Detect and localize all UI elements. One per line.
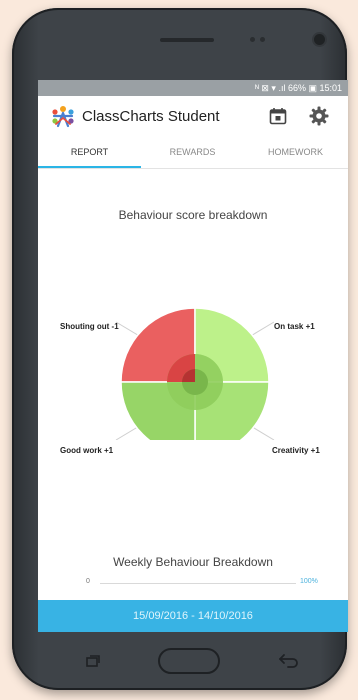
classcharts-logo: [52, 106, 74, 128]
app-title: ClassCharts Student: [82, 108, 220, 125]
progress-min-label: 0: [86, 578, 90, 585]
tab-rewards[interactable]: REWARDS: [141, 136, 244, 168]
light-sensor: [260, 37, 265, 42]
earpiece-speaker: [160, 38, 214, 42]
tab-bar: REPORT REWARDS HOMEWORK: [38, 136, 348, 169]
recent-apps-icon[interactable]: [86, 655, 100, 667]
slice-label-on-task: On task +1: [274, 322, 315, 331]
weekly-progress-track: [100, 583, 296, 584]
status-bar: ᴺ ⊠ ▾ .ıl 66% ▣ 15:01: [38, 80, 348, 96]
progress-max-label: 100%: [300, 578, 318, 585]
slice-label-creativity: Creativity +1: [272, 446, 320, 455]
tab-homework[interactable]: HOMEWORK: [244, 136, 347, 168]
weekly-title: Weekly Behaviour Breakdown: [113, 555, 273, 569]
slice-label-shouting-out: Shouting out -1: [60, 322, 119, 331]
app-bar: ClassCharts Student: [38, 96, 348, 136]
front-camera: [314, 34, 325, 45]
home-button[interactable]: [158, 648, 220, 674]
date-range-bar[interactable]: 15/09/2016 - 14/10/2016: [38, 600, 348, 632]
tab-report[interactable]: REPORT: [38, 136, 141, 168]
calendar-icon[interactable]: [268, 106, 288, 126]
proximity-sensor: [250, 37, 255, 42]
slice-label-good-work: Good work +1: [60, 446, 114, 455]
gear-icon[interactable]: [308, 105, 330, 127]
back-arrow-icon[interactable]: [278, 652, 300, 668]
